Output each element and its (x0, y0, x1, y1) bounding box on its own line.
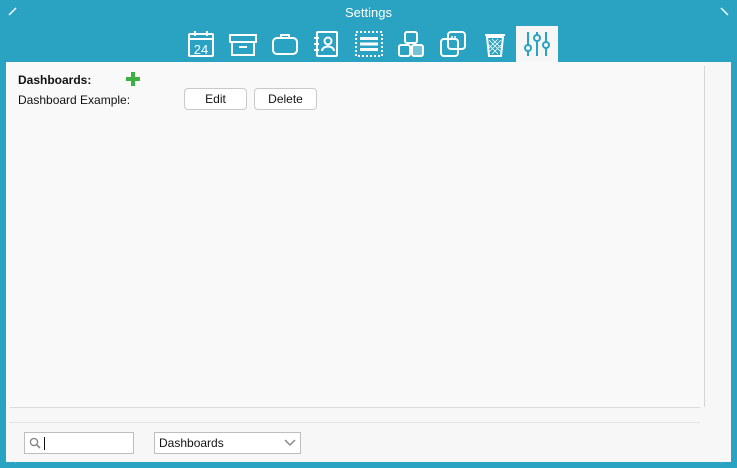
settings-window: Settings 24 Dashboards: Dashboard Exampl… (0, 0, 737, 468)
tab-list[interactable] (348, 26, 390, 62)
tab-copy[interactable] (432, 26, 474, 62)
edit-dashboard-button[interactable]: Edit (184, 88, 247, 110)
resize-corner-top-right-icon[interactable] (720, 7, 729, 16)
search-icon (29, 437, 41, 449)
tab-sliders[interactable] (516, 26, 558, 62)
tab-archive[interactable] (222, 26, 264, 62)
trash-icon (481, 30, 509, 58)
search-input[interactable] (43, 434, 129, 452)
tab-trash[interactable] (474, 26, 516, 62)
resize-corner-top-left-icon[interactable] (8, 7, 17, 16)
window-title: Settings (345, 5, 392, 20)
blocks-icon (397, 30, 425, 58)
dashboard-item-label: Dashboard Example: (18, 93, 131, 107)
section-select[interactable]: Dashboards (154, 432, 301, 454)
plus-icon (126, 72, 140, 86)
panel-scroll-divider (704, 66, 705, 407)
calendar-icon-day: 24 (194, 42, 208, 57)
dashboards-heading: Dashboards: (18, 73, 92, 87)
sliders-icon (523, 30, 551, 58)
delete-dashboard-button[interactable]: Delete (254, 88, 317, 110)
panel-bottom-divider (10, 407, 700, 408)
text-caret (44, 437, 45, 450)
dashboards-panel: Dashboards: Dashboard Example: Edit Dele… (6, 62, 704, 407)
briefcase-icon (271, 30, 299, 58)
calendar-icon: 24 (187, 30, 215, 58)
search-box[interactable] (24, 432, 134, 454)
archive-box-icon (229, 30, 257, 58)
settings-content: Dashboards: Dashboard Example: Edit Dele… (6, 62, 731, 462)
section-select-value: Dashboards (159, 436, 224, 450)
copy-icon (439, 30, 467, 58)
tab-blocks[interactable] (390, 26, 432, 62)
footer-divider (10, 422, 700, 423)
list-icon (355, 30, 383, 58)
tab-briefcase[interactable] (264, 26, 306, 62)
address-book-icon (313, 30, 341, 58)
settings-toolbar: 24 (180, 26, 558, 62)
add-dashboard-button[interactable] (126, 72, 140, 86)
chevron-down-icon (284, 439, 296, 447)
tab-calendar[interactable]: 24 (180, 26, 222, 62)
tab-contacts[interactable] (306, 26, 348, 62)
